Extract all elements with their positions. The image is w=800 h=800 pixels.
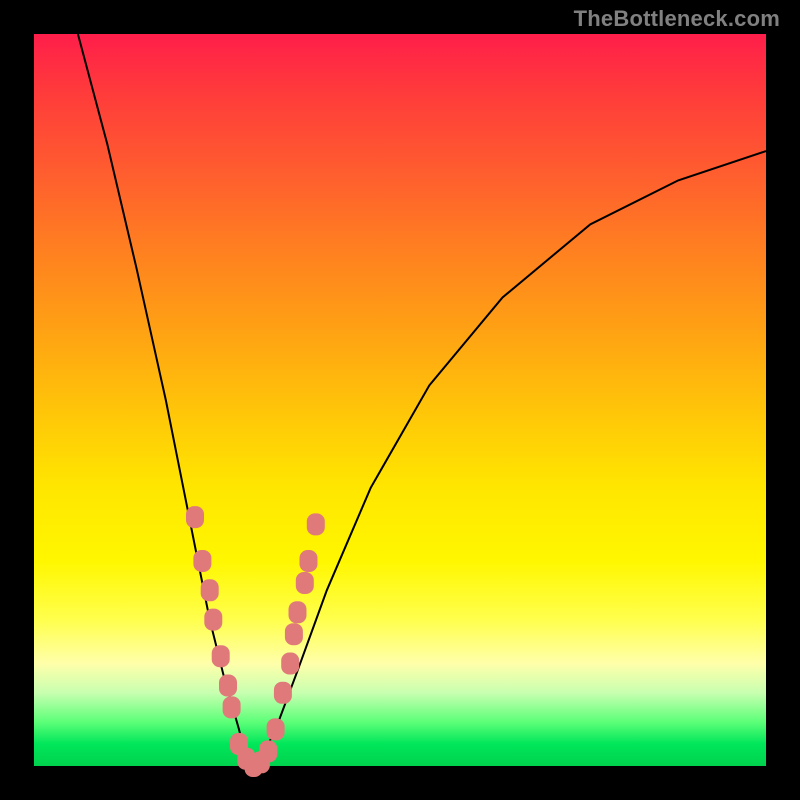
curve-marker xyxy=(307,513,325,535)
curve-marker xyxy=(259,740,277,762)
marker-cluster xyxy=(186,506,325,777)
curve-marker xyxy=(204,609,222,631)
curve-marker xyxy=(186,506,204,528)
bottleneck-curve xyxy=(78,34,766,766)
curve-marker xyxy=(201,579,219,601)
curve-marker xyxy=(289,601,307,623)
curve-marker xyxy=(219,675,237,697)
curve-marker xyxy=(267,718,285,740)
curve-marker xyxy=(281,653,299,675)
outer-frame: TheBottleneck.com xyxy=(0,0,800,800)
curve-marker xyxy=(274,682,292,704)
curve-marker xyxy=(193,550,211,572)
curve-marker xyxy=(285,623,303,645)
curve-marker xyxy=(300,550,318,572)
curve-marker xyxy=(296,572,314,594)
watermark-text: TheBottleneck.com xyxy=(574,6,780,32)
curve-marker xyxy=(223,696,241,718)
chart-svg xyxy=(34,34,766,766)
curve-marker xyxy=(212,645,230,667)
